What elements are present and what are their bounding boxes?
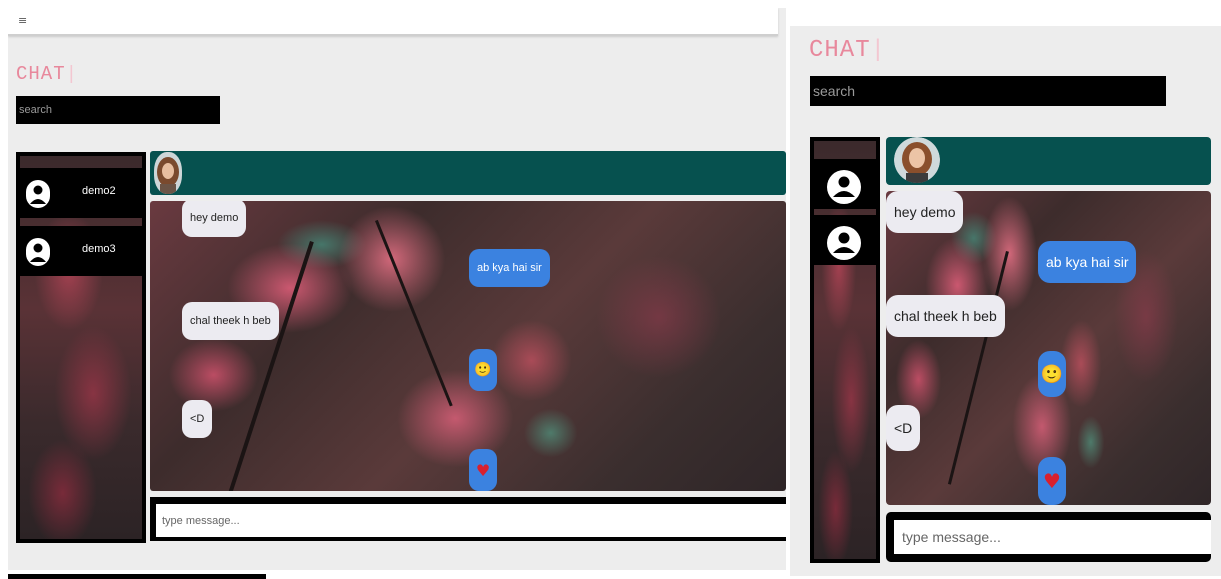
contact-item[interactable] xyxy=(814,159,876,209)
background-branch xyxy=(220,241,314,491)
chat-header xyxy=(886,137,1211,185)
message-outgoing: ab kya hai sir xyxy=(1038,241,1137,283)
message-outgoing: ab kya hai sir xyxy=(469,249,550,287)
message-incoming: hey demo xyxy=(886,191,964,233)
smile-emoji: 🙂 xyxy=(1038,351,1066,397)
contacts-list: demo2 demo3 xyxy=(16,152,146,543)
brand-title: CHAT| xyxy=(16,63,78,85)
contacts-list xyxy=(810,137,880,563)
user-icon xyxy=(827,226,861,260)
user-icon xyxy=(26,238,50,266)
top-nav-bar: ≡ xyxy=(8,8,778,36)
search-input[interactable] xyxy=(810,76,1166,106)
chat-app-panel-right: CHAT| hey demo ab kya ha xyxy=(790,26,1221,576)
message-input[interactable] xyxy=(156,504,786,537)
contact-item-demo2[interactable]: demo2 xyxy=(20,168,142,218)
chat-messages: hey demo ab kya hai sir chal theek h beb… xyxy=(886,191,1211,505)
chat-header xyxy=(150,151,786,195)
chat-messages: hey demo ab kya hai sir chal theek h beb… xyxy=(150,201,786,491)
user-icon xyxy=(26,180,50,208)
avatar[interactable] xyxy=(154,152,182,194)
background-branch xyxy=(947,251,1009,485)
brand-caret: | xyxy=(870,37,887,64)
brand-title: CHAT| xyxy=(809,37,886,64)
heart-emoji: ♥ xyxy=(469,449,497,491)
message-incoming: hey demo xyxy=(182,201,247,237)
message-composer xyxy=(886,512,1211,562)
message-incoming: <D xyxy=(886,405,921,451)
contact-name: demo3 xyxy=(82,243,116,255)
chat-app-panel-left: ≡ CHAT| demo2 demo3 xyxy=(8,8,786,570)
bottom-strip xyxy=(8,574,266,579)
contact-name: demo2 xyxy=(82,185,116,197)
message-incoming: <D xyxy=(182,400,213,438)
message-incoming: chal theek h beb xyxy=(886,295,1005,337)
contact-item[interactable] xyxy=(814,215,876,265)
user-icon xyxy=(827,170,861,204)
heart-emoji: ♥ xyxy=(1038,457,1066,505)
message-incoming: chal theek h beb xyxy=(182,302,279,340)
contact-item-demo3[interactable]: demo3 xyxy=(20,226,142,276)
message-composer xyxy=(150,497,786,541)
search-input[interactable] xyxy=(16,96,220,124)
brand-text: CHAT xyxy=(809,37,871,64)
hamburger-menu-icon[interactable]: ≡ xyxy=(18,15,27,26)
avatar[interactable] xyxy=(894,137,940,183)
background-branch xyxy=(375,219,453,407)
smile-emoji: 🙂 xyxy=(469,349,497,391)
message-input[interactable] xyxy=(894,520,1211,554)
brand-caret: | xyxy=(65,63,79,85)
brand-text: CHAT xyxy=(16,63,66,85)
